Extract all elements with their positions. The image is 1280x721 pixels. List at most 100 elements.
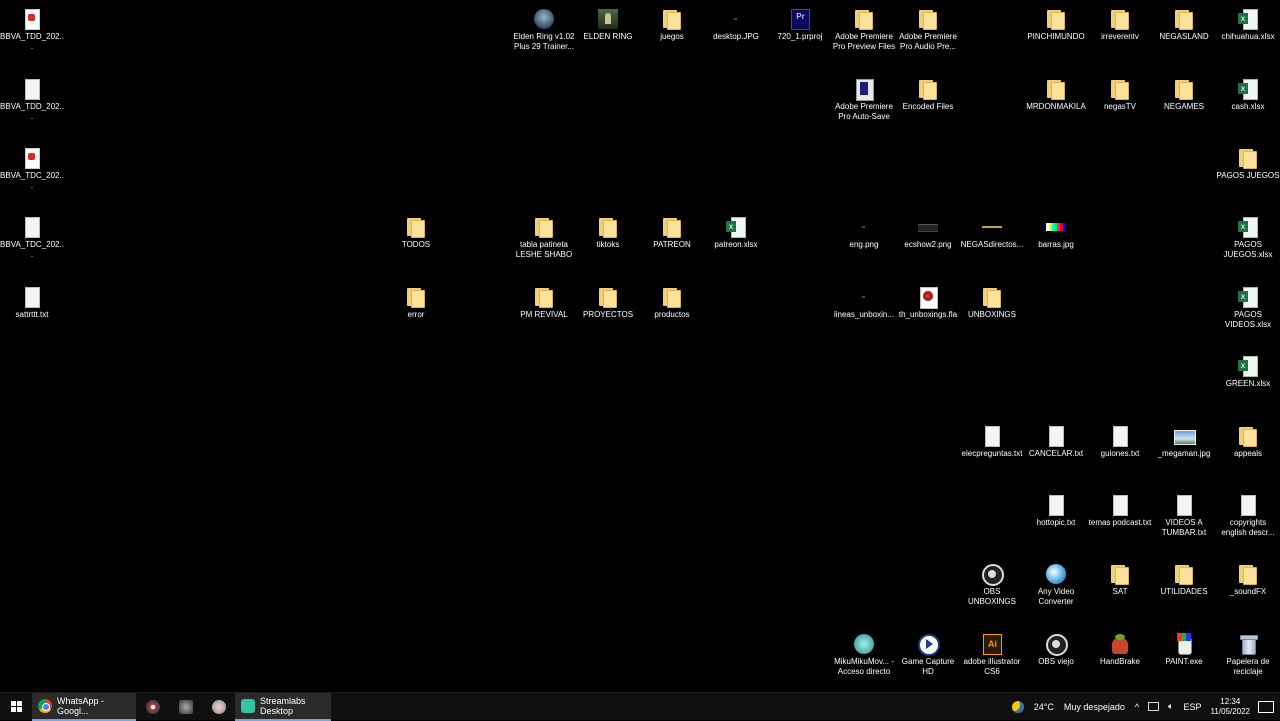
desktop-icon[interactable]: MikuMikuMov... - Acceso directo: [832, 629, 896, 677]
desktop-icon[interactable]: NEGASdirectos...: [960, 212, 1024, 250]
desktop-icon-label: copyrights english descr...: [1221, 518, 1275, 537]
folder-icon: [853, 8, 875, 30]
desktop-icon[interactable]: desktop.JPG: [704, 4, 768, 42]
image-file-icon: [853, 216, 875, 238]
desktop-icon[interactable]: PINCHIMUNDO: [1024, 4, 1088, 42]
weather-temp[interactable]: 24°C: [1034, 702, 1054, 712]
weather-condition[interactable]: Muy despejado: [1064, 702, 1125, 712]
desktop-icon[interactable]: Encoded Files: [896, 74, 960, 112]
desktop-icon[interactable]: error: [384, 282, 448, 320]
desktop-icon[interactable]: Papelera de reciclaje: [1216, 629, 1280, 677]
desktop-icon-label: Papelera de reciclaje: [1226, 657, 1270, 676]
desktop-icon[interactable]: tiktoks: [576, 212, 640, 250]
desktop-icon[interactable]: OBS viejo: [1024, 629, 1088, 667]
desktop-icon[interactable]: MRDONMAKILA: [1024, 74, 1088, 112]
language-indicator[interactable]: ESP: [1184, 702, 1202, 712]
folder-icon: [981, 286, 1003, 308]
desktop-icon[interactable]: Adobe Premiere Pro Auto-Save: [832, 74, 896, 122]
desktop-icon[interactable]: TODOS: [384, 212, 448, 250]
desktop-icon[interactable]: BBVA_TDC_202...: [0, 143, 64, 191]
weather-icon[interactable]: [1011, 700, 1024, 713]
desktop-icon[interactable]: GREEN.xlsx: [1216, 351, 1280, 389]
desktop-icon[interactable]: NEGAMES: [1152, 74, 1216, 112]
desktop-icon[interactable]: Adobe Premiere Pro Preview Files: [832, 4, 896, 52]
desktop-icon[interactable]: Adobe Premiere Pro Audio Pre...: [896, 4, 960, 52]
desktop-icon[interactable]: PAINT.exe: [1152, 629, 1216, 667]
desktop-icon[interactable]: OBS UNBOXINGS: [960, 559, 1024, 607]
volume-icon[interactable]: 🔈︎: [1168, 701, 1173, 712]
desktop-icon[interactable]: PM REVIVAL: [512, 282, 576, 320]
desktop-icon[interactable]: elecpreguntas.txt: [960, 421, 1024, 459]
desktop-icon[interactable]: hottopic.txt: [1024, 490, 1088, 528]
clock[interactable]: 12:34 11/05/2022: [1211, 697, 1250, 717]
desktop-icon[interactable]: copyrights english descr...: [1216, 490, 1280, 538]
chrome-icon: [38, 698, 52, 713]
desktop-icon[interactable]: sattrttt.txt: [0, 282, 64, 320]
desktop-icon[interactable]: ecshow2.png: [896, 212, 960, 250]
excel-file-icon: [1237, 78, 1259, 100]
desktop-icon[interactable]: ELDEN RING: [576, 4, 640, 42]
paint-icon: [1173, 633, 1195, 655]
desktop-icon[interactable]: UNBOXINGS: [960, 282, 1024, 320]
desktop-icon[interactable]: BBVA_TDC_202...: [0, 212, 64, 260]
taskbar-item-app-1[interactable]: [136, 693, 169, 721]
taskbar-item-label: WhatsApp - Googl...: [57, 695, 105, 716]
desktop-icon[interactable]: productos: [640, 282, 704, 320]
desktop-icon[interactable]: VIDEOS A TUMBAR.txt: [1152, 490, 1216, 538]
desktop-icon[interactable]: cash.xlsx: [1216, 74, 1280, 112]
desktop-icon[interactable]: appeals: [1216, 421, 1280, 459]
desktop-icon[interactable]: irreverentv: [1088, 4, 1152, 42]
desktop-icon[interactable]: 720_1.prproj: [768, 4, 832, 42]
obs-icon: [981, 563, 1004, 586]
text-file-icon: [1045, 425, 1067, 447]
chevron-up-icon[interactable]: ^: [1135, 702, 1139, 712]
desktop-icon[interactable]: _megaman.jpg: [1152, 421, 1216, 459]
folder-icon: [1237, 147, 1259, 169]
desktop-icon-label: temas podcast.txt: [1088, 518, 1152, 527]
desktop-icon[interactable]: th_unboxings.fla: [896, 282, 960, 320]
desktop-icon[interactable]: Game Capture HD: [896, 629, 960, 677]
desktop-icon[interactable]: Any Video Converter: [1024, 559, 1088, 607]
taskbar-item-whatsapp[interactable]: WhatsApp - Googl...: [32, 692, 136, 721]
desktop-icon[interactable]: patreon.xlsx: [704, 212, 768, 250]
desktop-icon[interactable]: tabla patineta LESHE SHABO: [512, 212, 576, 260]
desktop-icon[interactable]: juegos: [640, 4, 704, 42]
desktop-icon[interactable]: BBVA_TDD_202...: [0, 4, 64, 52]
desktop-icon-label: desktop.JPG: [713, 32, 759, 41]
start-button[interactable]: [0, 693, 32, 721]
desktop[interactable]: BBVA_TDD_202... BBVA_TDD_202... BBVA_TDC_2…: [0, 0, 1280, 692]
desktop-icon[interactable]: barras.jpg: [1024, 212, 1088, 250]
network-icon[interactable]: [1148, 702, 1160, 711]
flash-file-icon: [917, 286, 939, 309]
desktop-icon[interactable]: eng.png: [832, 212, 896, 250]
desktop-icon[interactable]: NEGASLAND: [1152, 4, 1216, 42]
desktop-icon[interactable]: temas podcast.txt: [1088, 490, 1152, 528]
desktop-icon[interactable]: adobe illustrator CS6: [960, 629, 1024, 677]
desktop-icon[interactable]: _soundFX: [1216, 559, 1280, 597]
taskbar-item-streamlabs[interactable]: Streamlabs Desktop: [235, 692, 331, 721]
desktop-icon-label: PAINT.exe: [1165, 657, 1203, 666]
desktop-icon[interactable]: BBVA_TDD_202...: [0, 74, 64, 122]
desktop-icon[interactable]: PAGOS VIDEOS.xlsx: [1216, 282, 1280, 330]
notification-icon[interactable]: [1258, 700, 1274, 713]
desktop-icon[interactable]: lineas_unboxin...: [832, 282, 896, 320]
desktop-icon[interactable]: Elden Ring v1.02 Plus 29 Trainer...: [512, 4, 576, 52]
game-capture-icon: [917, 633, 940, 656]
desktop-icon[interactable]: chihuahua.xlsx: [1216, 4, 1280, 42]
desktop-icon[interactable]: PAGOS JUEGOS.xlsx: [1216, 212, 1280, 260]
desktop-icon-label: eng.png: [849, 240, 879, 249]
folder-icon: [1173, 78, 1195, 100]
taskbar-item-app-2[interactable]: [169, 693, 202, 721]
desktop-icon[interactable]: PAGOS JUEGOS: [1216, 143, 1280, 181]
desktop-icon[interactable]: SAT: [1088, 559, 1152, 597]
desktop-icon-label: OBS viejo: [1038, 657, 1074, 666]
desktop-icon[interactable]: PROYECTOS: [576, 282, 640, 320]
desktop-icon[interactable]: UTILIDADES: [1152, 559, 1216, 597]
desktop-icon[interactable]: negasTV: [1088, 74, 1152, 112]
desktop-icon[interactable]: PATREON: [640, 212, 704, 250]
desktop-icon[interactable]: CANCELAR.txt: [1024, 421, 1088, 459]
folder-icon: [533, 216, 555, 238]
desktop-icon[interactable]: HandBrake: [1088, 629, 1152, 667]
taskbar-item-app-3[interactable]: [202, 693, 235, 721]
desktop-icon[interactable]: guiones.txt: [1088, 421, 1152, 459]
